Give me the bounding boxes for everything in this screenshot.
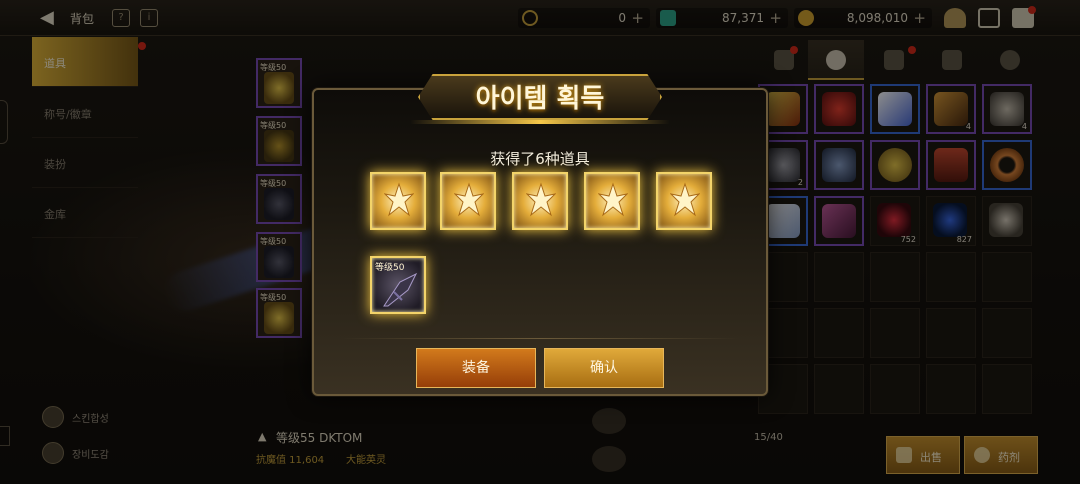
equip-button[interactable]: 装备 bbox=[416, 348, 536, 388]
dialog-title: 아이템 획득 bbox=[475, 84, 605, 114]
golden-flower-icon bbox=[598, 182, 628, 217]
reward-item[interactable] bbox=[440, 172, 496, 230]
reward-item[interactable] bbox=[584, 172, 640, 230]
golden-flower-icon bbox=[670, 182, 700, 217]
title-glow-line bbox=[410, 120, 670, 124]
golden-flower-icon bbox=[526, 182, 556, 217]
reward-item[interactable] bbox=[656, 172, 712, 230]
confirm-button[interactable]: 确认 bbox=[544, 348, 664, 388]
item-acquired-dialog bbox=[312, 88, 768, 396]
reward-weapon[interactable]: 等级50 bbox=[370, 256, 426, 314]
dialog-divider bbox=[340, 338, 740, 339]
golden-flower-icon bbox=[384, 182, 414, 217]
dialog-message: 获得了6种道具 bbox=[490, 150, 590, 168]
reward-item[interactable] bbox=[512, 172, 568, 230]
golden-flower-icon bbox=[454, 182, 484, 217]
reward-item[interactable] bbox=[370, 172, 426, 230]
dark-blade-icon bbox=[383, 272, 418, 307]
